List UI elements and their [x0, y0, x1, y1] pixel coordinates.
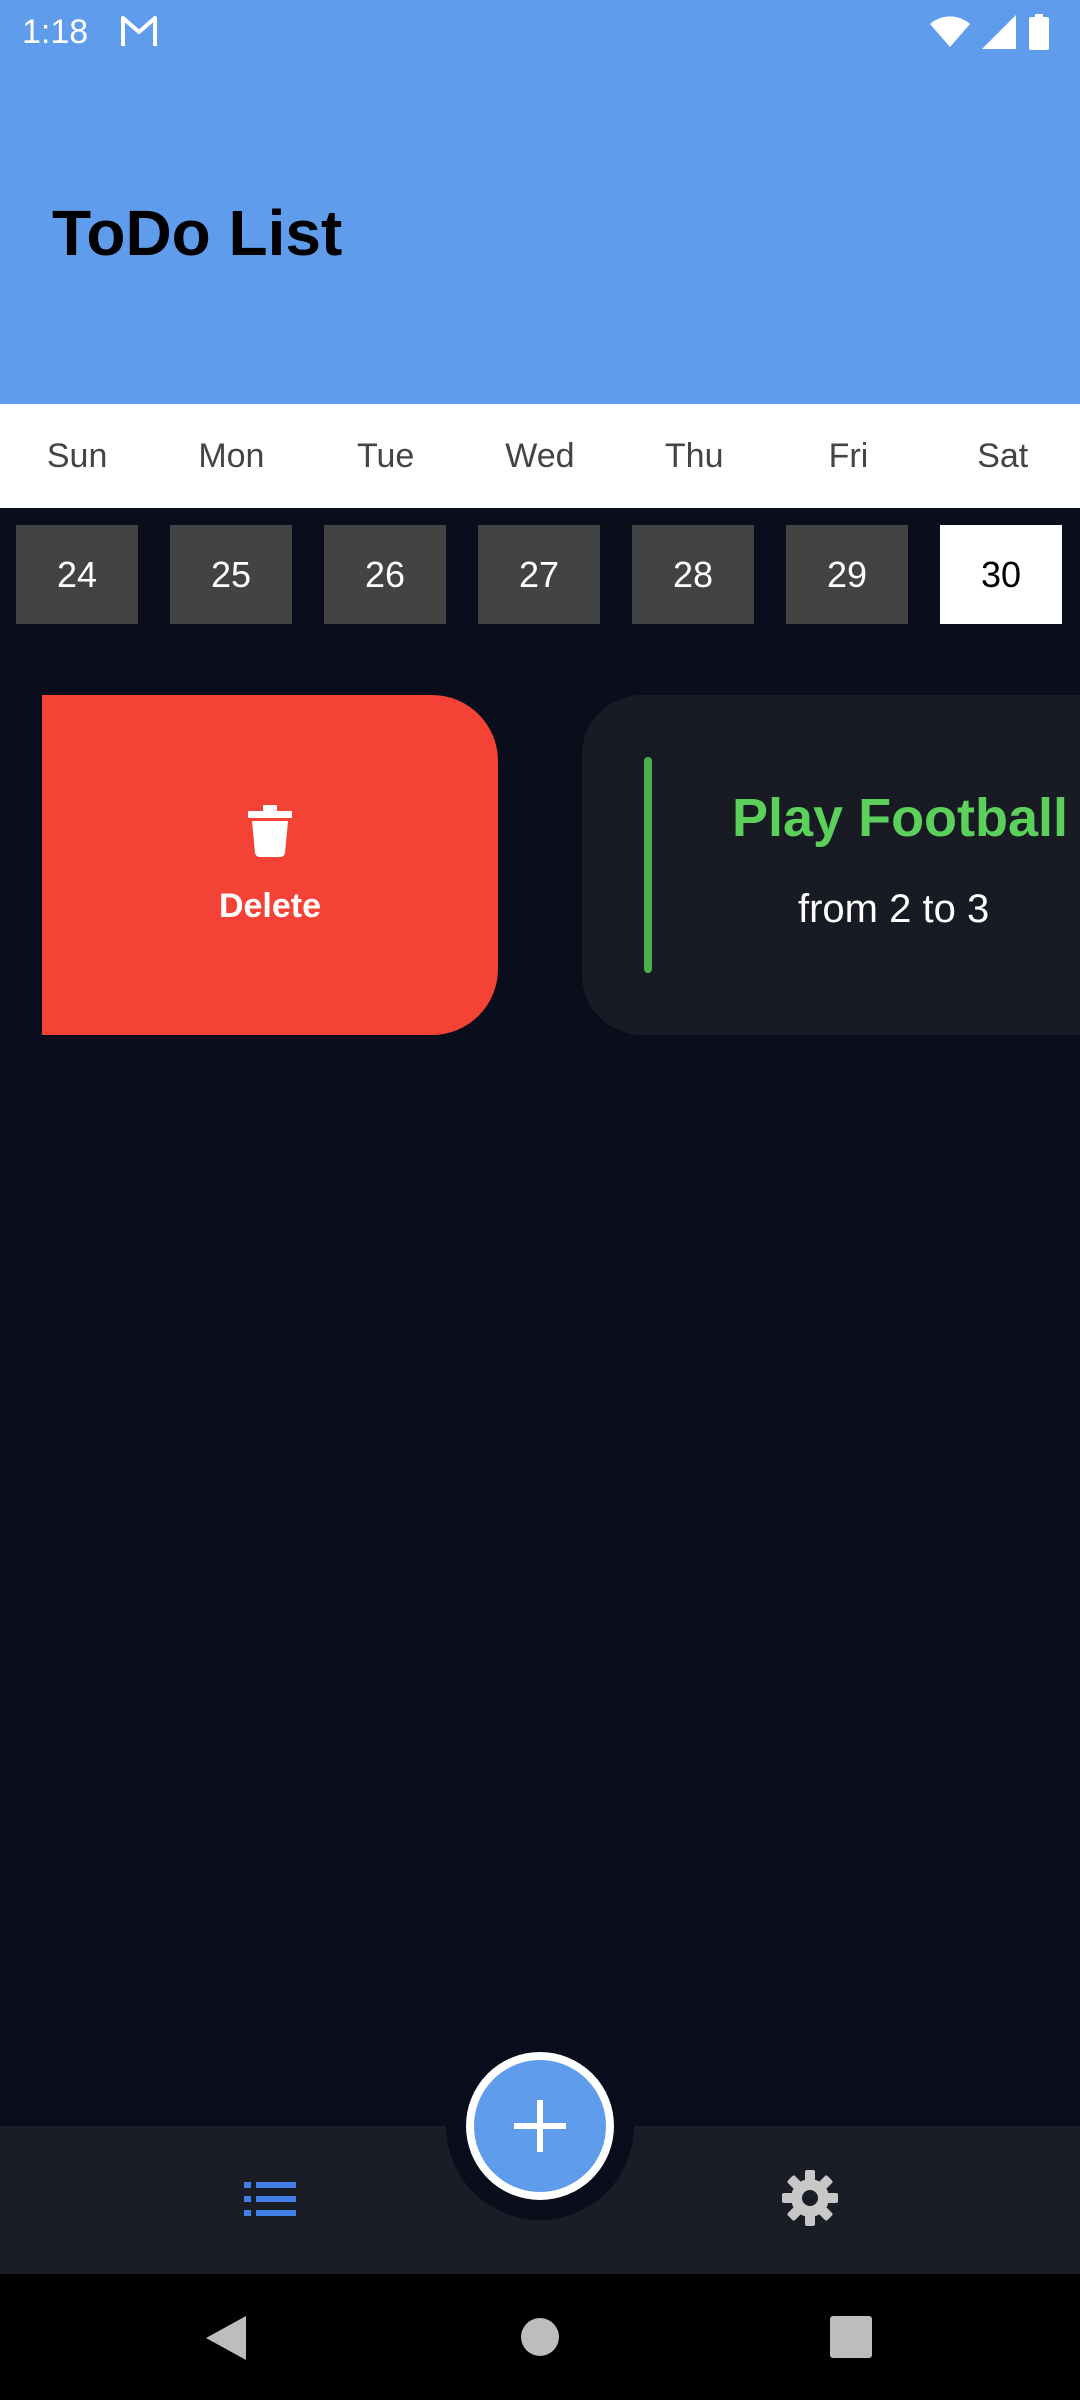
task-color-bar	[644, 757, 652, 973]
page-title: ToDo List	[52, 197, 343, 269]
signal-icon	[982, 15, 1016, 49]
weekday-mon: Mon	[198, 436, 265, 475]
wifi-icon	[930, 16, 970, 47]
weekday-row: Sun Mon Tue Wed Thu Fri Sat	[0, 404, 1080, 508]
date-24[interactable]: 24	[16, 525, 138, 624]
recents-icon[interactable]	[830, 2316, 872, 2358]
status-time: 1:18	[22, 13, 89, 51]
date-row: 24 25 26 27 28 29 30	[0, 508, 1080, 642]
date-27[interactable]: 27	[478, 525, 600, 624]
task-title: Play Football	[732, 788, 1069, 848]
home-icon[interactable]	[521, 2318, 559, 2356]
weekday-tue: Tue	[357, 436, 415, 475]
weekday-thu: Thu	[664, 436, 724, 475]
task-time: from 2 to 3	[798, 887, 990, 931]
date-28[interactable]: 28	[632, 525, 754, 624]
date-25[interactable]: 25	[170, 525, 292, 624]
task-card[interactable]: Play Football from 2 to 3	[582, 695, 1080, 1035]
app: 1:18 ToDo List Sun Mon Tue Wed Thu Fri S…	[0, 0, 1080, 2400]
app-header: 1:18 ToDo List	[0, 0, 1080, 404]
add-icon	[514, 2100, 566, 2152]
date-29[interactable]: 29	[786, 525, 908, 624]
gear-icon[interactable]	[782, 2170, 838, 2226]
date-30-selected[interactable]: 30	[940, 525, 1062, 624]
gmail-icon	[121, 16, 157, 46]
weekday-wed: Wed	[505, 436, 575, 475]
list-icon[interactable]	[244, 2178, 296, 2220]
battery-icon	[1029, 14, 1049, 50]
weekday-sun: Sun	[46, 436, 108, 475]
back-icon[interactable]	[204, 2314, 248, 2362]
date-26[interactable]: 26	[324, 525, 446, 624]
weekday-sat: Sat	[977, 436, 1029, 475]
weekday-fri: Fri	[828, 436, 869, 475]
delete-label: Delete	[218, 887, 322, 925]
trash-icon	[248, 805, 292, 857]
status-icons	[930, 12, 1050, 52]
delete-button[interactable]: Delete	[42, 695, 498, 1035]
add-task-button[interactable]	[466, 2052, 614, 2200]
